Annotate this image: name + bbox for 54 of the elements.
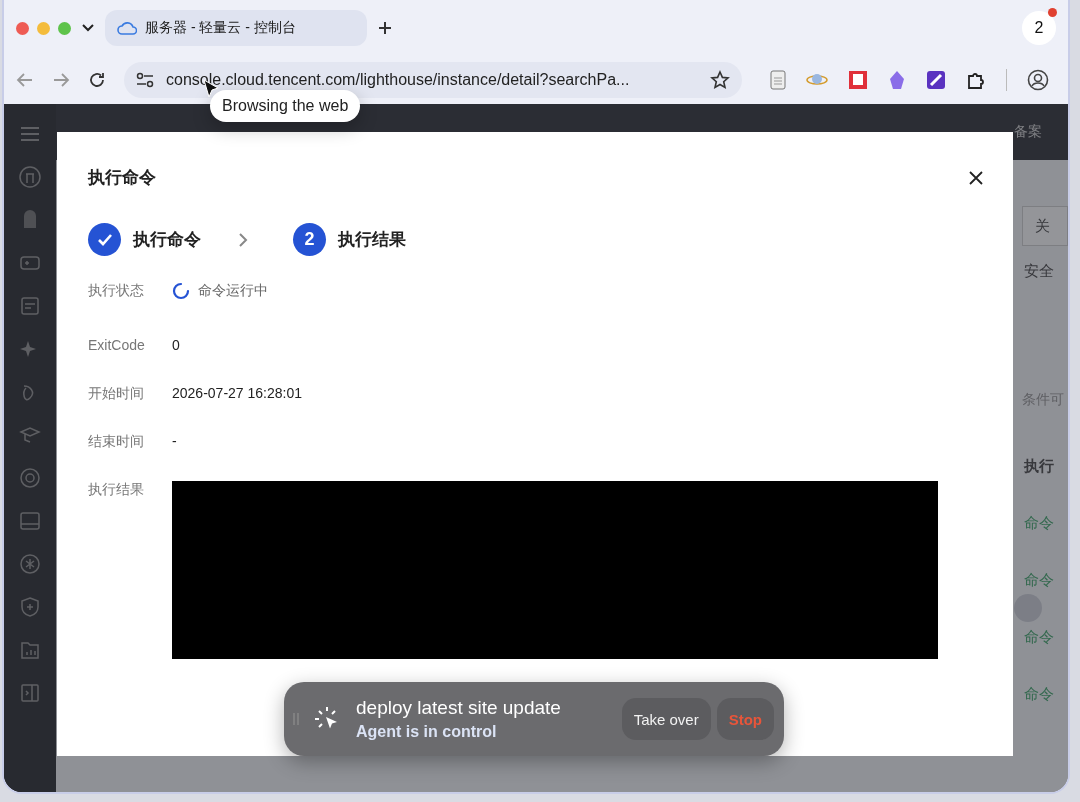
field-label: 开始时间 [88,385,145,403]
field-value: 2026-07-27 16:28:01 [172,385,302,401]
shield-icon[interactable] [18,595,42,619]
tooltip: Browsing the web [210,90,361,122]
status-text: 命令运行中 [198,282,268,300]
task-title: deploy latest site update [356,697,562,719]
field-value: - [172,433,177,449]
address-bar[interactable]: console.cloud.tencent.com/lighthouse/instance/detail?searchPa... [124,62,742,98]
plus-icon[interactable] [377,20,393,36]
window-control-button[interactable] [58,21,71,35]
back-icon[interactable] [16,72,34,88]
field-label: 执行状态 [88,282,145,300]
background-button[interactable]: 关 [1022,206,1068,246]
background-text: 命令 [1024,685,1054,704]
cloud-icon [117,21,137,35]
crystal-icon[interactable] [888,70,906,90]
document-icon[interactable] [770,70,786,90]
spinner-icon [172,282,190,300]
profile-count-button[interactable]: 2 [1022,11,1056,45]
sidebar-toggle-icon[interactable] [18,681,42,705]
star-icon[interactable] [710,70,730,90]
status-text: Agent is in control [356,723,498,741]
step-number-circle: 2 [293,223,326,256]
window-control-button[interactable] [16,21,29,35]
browser-tab[interactable]: 服务器 - 轻量云 - 控制台 [105,10,367,46]
dialog-title: 执行命令 [88,167,156,189]
background-text: 命令 [1024,628,1054,647]
forward-icon[interactable] [52,72,70,88]
slash-box-icon[interactable] [926,70,946,90]
puzzle-icon[interactable] [966,70,986,90]
take-over-button[interactable]: Take over [621,698,711,740]
background-text: 命令 [1024,514,1054,533]
background-text: 执行 [1024,457,1054,476]
reload-icon[interactable] [88,71,106,89]
background-text: 安全 [1024,262,1054,281]
chevron-right-icon [237,231,249,248]
step-label: 执行结果 [338,229,406,251]
close-icon[interactable] [969,170,983,185]
field-label: 执行结果 [88,481,145,499]
account-icon[interactable] [1027,69,1049,91]
field-label: ExitCode [88,337,146,355]
check-icon [96,232,113,247]
window-control-button[interactable] [37,21,50,35]
square-icon[interactable] [848,70,868,90]
field-value: 0 [172,337,180,353]
ring-icon[interactable] [18,466,42,490]
field-label: 结束时间 [88,433,145,451]
asterisk-icon[interactable] [18,552,42,576]
site-settings-icon [136,72,154,88]
panel-icon[interactable] [18,509,42,533]
list-icon[interactable] [18,294,42,318]
header-link[interactable]: 备案 [1014,123,1042,141]
step-label: 执行命令 [133,229,201,251]
background-text: 命令 [1024,571,1054,590]
